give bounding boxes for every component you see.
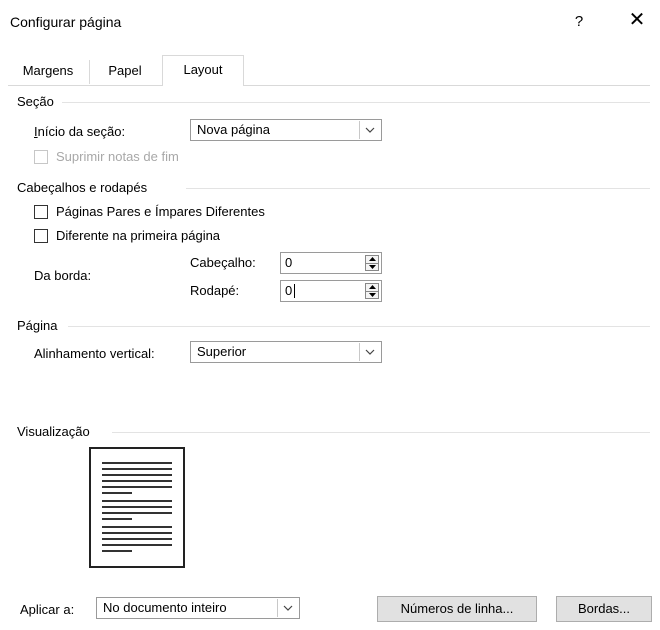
preview-group-line	[112, 432, 650, 433]
section-start-dropdown[interactable]: Nova página	[190, 119, 382, 141]
apply-to-dropdown[interactable]: No documento inteiro	[96, 597, 300, 619]
page-group-line	[68, 326, 650, 327]
vertical-alignment-value: Superior	[197, 344, 247, 359]
footer-distance-spinner[interactable]: 0	[280, 280, 382, 302]
apply-to-value: No documento inteiro	[103, 600, 227, 615]
first-page-label: Diferente na primeira página	[56, 228, 221, 243]
page-preview	[89, 447, 185, 568]
page-group-header: Página	[17, 318, 58, 333]
tab-margens[interactable]: Margens	[8, 60, 88, 82]
section-start-label-text: nício da seção:	[37, 124, 126, 139]
apply-to-label: Aplicar a:	[20, 602, 75, 617]
section-group-line	[62, 102, 650, 103]
from-edge-label: Da borda:	[34, 268, 92, 283]
section-start-value: Nova página	[197, 122, 270, 137]
section-start-label: Início da seção:	[34, 124, 126, 139]
tab-layout[interactable]: Layout	[162, 55, 244, 86]
dialog-title: Configurar página	[10, 14, 122, 30]
chevron-down-icon	[359, 343, 380, 361]
header-distance-label: Cabeçalho:	[190, 255, 256, 270]
headers-footers-group-line	[186, 188, 650, 189]
suppress-endnotes-label: Suprimir notas de fim	[56, 149, 179, 164]
vertical-alignment-dropdown[interactable]: Superior	[190, 341, 382, 363]
vertical-alignment-label: Alinhamento vertical:	[34, 346, 155, 361]
close-button[interactable]: ✕	[626, 9, 648, 31]
suppress-endnotes-checkbox[interactable]	[34, 150, 48, 164]
spin-up-down-icon[interactable]	[365, 255, 379, 271]
headers-footers-group-header: Cabeçalhos e rodapés	[17, 180, 148, 195]
tab-strip-border	[8, 85, 650, 86]
footer-distance-value: 0	[285, 283, 293, 298]
tab-papel[interactable]: Papel	[92, 60, 158, 82]
close-icon: ✕	[628, 9, 646, 31]
line-numbers-button[interactable]: Números de linha...	[377, 596, 537, 622]
first-page-checkbox[interactable]	[34, 229, 48, 243]
chevron-down-icon	[359, 121, 380, 139]
footer-distance-label: Rodapé:	[190, 283, 240, 298]
section-group-header: Seção	[17, 94, 54, 109]
tab-divider	[89, 60, 90, 84]
help-button[interactable]: ?	[570, 13, 588, 30]
chevron-down-icon	[277, 599, 298, 617]
header-distance-spinner[interactable]: 0	[280, 252, 382, 274]
spin-up-down-icon[interactable]	[365, 283, 379, 299]
odd-even-checkbox[interactable]	[34, 205, 48, 219]
preview-group-header: Visualização	[17, 424, 90, 439]
header-distance-value: 0	[285, 255, 293, 270]
text-caret	[294, 284, 295, 298]
odd-even-label: Páginas Pares e Ímpares Diferentes	[56, 204, 265, 219]
borders-button[interactable]: Bordas...	[556, 596, 652, 622]
